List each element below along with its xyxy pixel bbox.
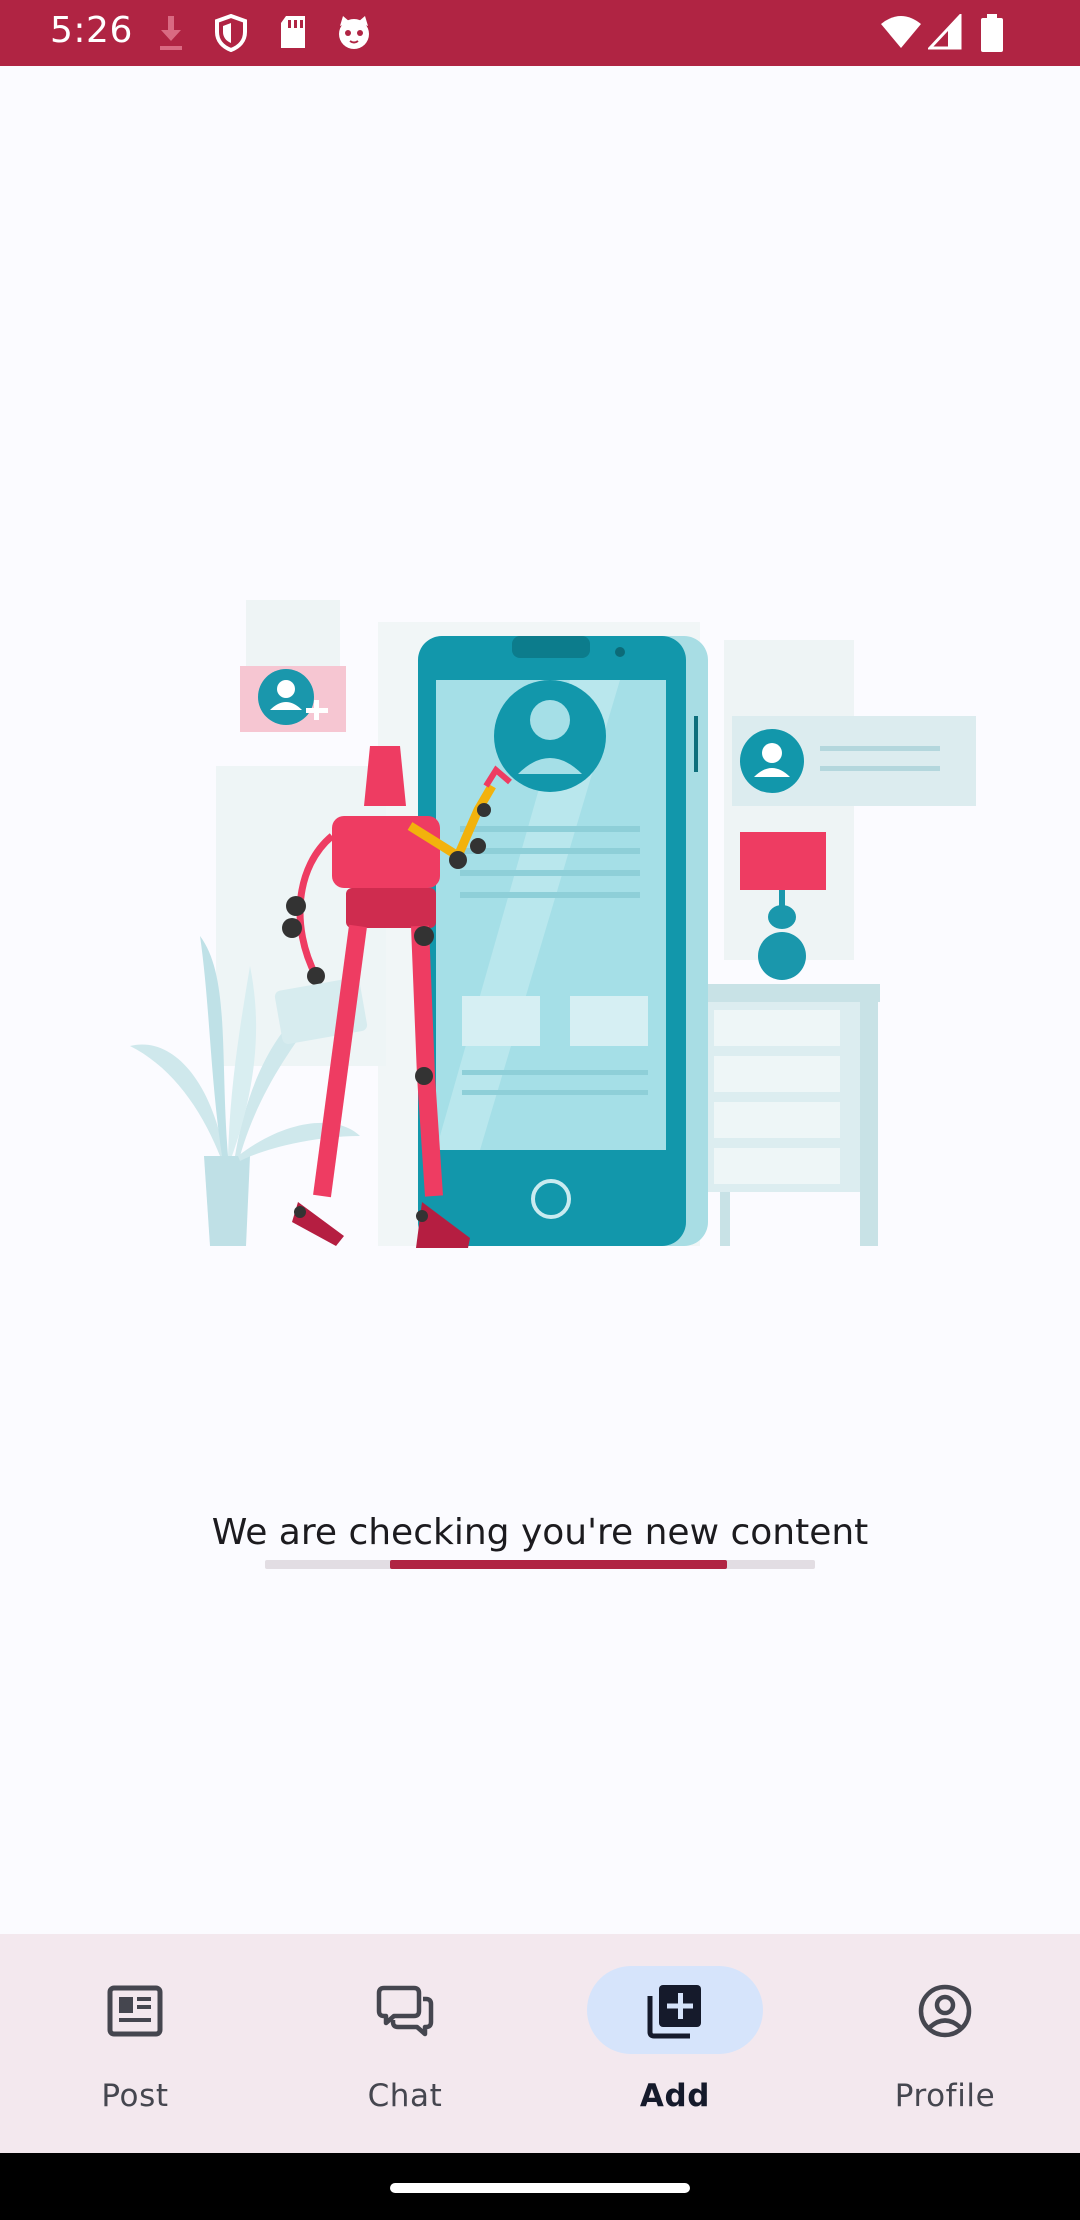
add-library-icon xyxy=(647,1985,701,2039)
nav-label-post: Post xyxy=(101,2078,169,2114)
nav-label-profile: Profile xyxy=(894,2078,996,2114)
progress-indicator xyxy=(390,1560,727,1569)
status-time: 5:26 xyxy=(50,10,133,51)
bottom-navigation: Post Chat Add Profile xyxy=(0,1934,1080,2153)
robot-with-phone-profile-illustration xyxy=(130,600,976,1248)
main-content: We are checking you're new content xyxy=(0,66,1080,1934)
account-circle-icon xyxy=(918,1984,972,2038)
nav-label-chat: Chat xyxy=(367,2078,443,2114)
download-icon xyxy=(160,16,182,50)
chat-bubbles-icon xyxy=(376,1985,434,2037)
status-bar: 5:26 xyxy=(0,0,1080,66)
wifi-icon xyxy=(881,16,921,48)
nav-item-post[interactable]: Post xyxy=(0,1934,270,2153)
system-navigation-bar xyxy=(0,2153,1080,2220)
nav-item-chat[interactable]: Chat xyxy=(270,1934,540,2153)
battery-icon xyxy=(981,14,1003,52)
cat-face-icon xyxy=(339,16,369,49)
shield-icon xyxy=(215,14,247,52)
progress-bar xyxy=(265,1560,815,1569)
article-icon xyxy=(107,1985,163,2037)
nav-item-add[interactable]: Add xyxy=(540,1934,810,2153)
nav-label-add: Add xyxy=(639,2078,711,2114)
sd-card-icon xyxy=(281,16,305,48)
nav-item-profile[interactable]: Profile xyxy=(810,1934,1080,2153)
loading-message: We are checking you're new content xyxy=(211,1512,869,1553)
cellular-signal-icon xyxy=(928,14,962,50)
home-gesture-handle[interactable] xyxy=(390,2183,690,2193)
